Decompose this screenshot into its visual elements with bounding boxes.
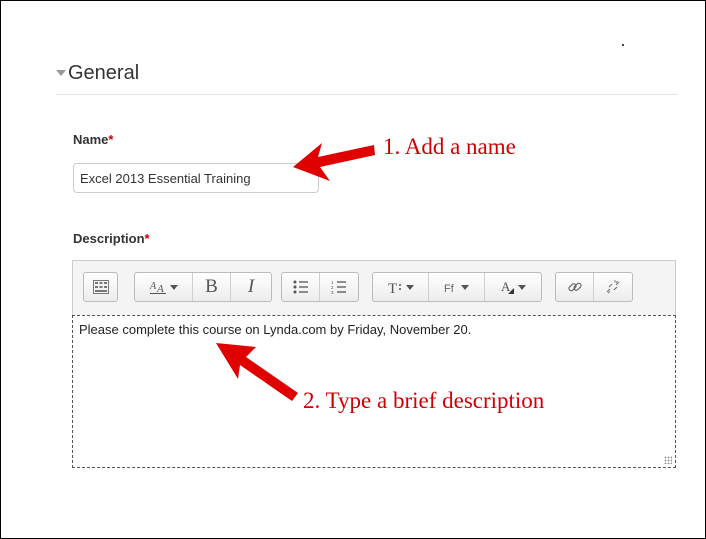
toolbar-group-links	[555, 272, 633, 302]
font-family-button[interactable]: Ff	[429, 273, 485, 301]
editor-toolbar: A A B I 1 2 3 T Ff A	[72, 260, 676, 315]
toolbar-group-lists: 123	[281, 272, 359, 302]
toolbar-toggle-button[interactable]	[84, 273, 117, 301]
svg-text:T: T	[388, 281, 397, 295]
collapse-caret-icon[interactable]	[56, 70, 66, 76]
description-label: Description*	[73, 231, 150, 246]
chevron-down-icon	[517, 284, 526, 290]
required-marker: *	[108, 132, 114, 147]
svg-text:3: 3	[331, 290, 334, 294]
font-family-icon: Ff	[444, 283, 455, 294]
text-format-icon: T	[388, 281, 401, 295]
annotation-step-1: 1. Add a name	[383, 134, 516, 159]
bullet-list-button[interactable]	[282, 273, 320, 301]
toolbar-toggle-icon	[92, 280, 109, 294]
link-button[interactable]	[556, 273, 594, 301]
annotation-step-2: 2. Type a brief description	[303, 388, 545, 413]
font-size-button[interactable]: A A	[135, 273, 193, 301]
text-format-button[interactable]: T	[373, 273, 429, 301]
stray-mark	[622, 44, 624, 46]
font-size-icon: A A	[149, 281, 166, 295]
svg-text:Ff: Ff	[444, 283, 455, 294]
toolbar-group-text: T Ff A	[372, 272, 542, 302]
svg-text:A: A	[149, 281, 157, 292]
link-icon	[567, 282, 582, 292]
numbered-list-button[interactable]: 123	[320, 273, 358, 301]
annotation-arrow-name	[293, 143, 375, 181]
svg-text:A: A	[501, 280, 511, 294]
toolbar-group-font-style: A A B I	[134, 272, 272, 302]
name-label: Name*	[73, 132, 113, 147]
description-label-text: Description	[73, 231, 145, 246]
font-color-icon: A	[501, 280, 514, 294]
section-header-general[interactable]: General	[56, 60, 678, 95]
bold-button[interactable]: B	[193, 273, 231, 301]
name-label-text: Name	[73, 132, 109, 147]
italic-button[interactable]: I	[231, 273, 271, 301]
italic-icon: I	[247, 276, 255, 297]
font-color-button[interactable]: A	[485, 273, 541, 301]
chevron-down-icon	[170, 284, 178, 290]
required-marker: *	[144, 231, 150, 246]
resize-handle[interactable]	[664, 456, 672, 464]
unlink-button[interactable]	[594, 273, 632, 301]
toolbar-group-toggle	[83, 272, 118, 302]
bullet-list-icon	[293, 280, 308, 294]
annotation-arrow-description	[216, 343, 298, 401]
chevron-down-icon	[461, 284, 469, 290]
description-editor: A A B I 1 2 3 T Ff A Please complete thi…	[72, 260, 676, 468]
bold-icon: B	[205, 276, 218, 297]
unlink-icon	[606, 280, 620, 294]
numbered-list-icon: 123	[331, 280, 346, 294]
chevron-down-icon	[406, 284, 414, 290]
section-title: General	[68, 62, 140, 84]
name-input[interactable]	[73, 163, 319, 193]
